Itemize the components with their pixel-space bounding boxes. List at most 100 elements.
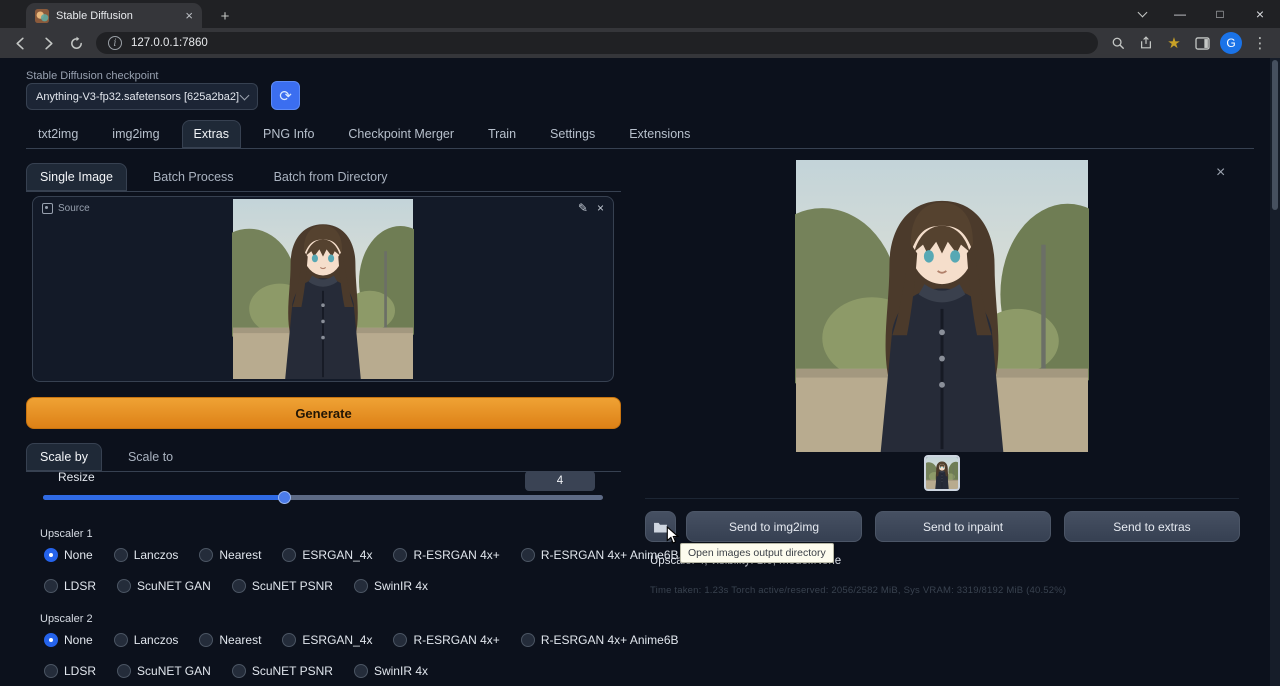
tab-checkpoint-merger[interactable]: Checkpoint Merger	[336, 120, 466, 148]
tab-scale-to[interactable]: Scale to	[114, 443, 187, 471]
refresh-checkpoints-button[interactable]: ⟳	[271, 81, 300, 110]
tab-batch-process[interactable]: Batch Process	[139, 163, 248, 191]
upscaler1-option-none[interactable]: None	[44, 548, 93, 562]
tab-img2img[interactable]: img2img	[100, 120, 171, 148]
minimize-button[interactable]: —	[1160, 0, 1200, 28]
close-result-icon[interactable]: ×	[1216, 165, 1225, 181]
upscaler2-option-resrgan4x[interactable]: R-ESRGAN 4x+	[393, 633, 499, 647]
tab-close-icon[interactable]: ×	[185, 9, 193, 22]
bookmark-star-icon[interactable]: ★	[1161, 30, 1187, 56]
browser-menu-icon[interactable]: ⋮	[1247, 30, 1273, 56]
page-scrollbar[interactable]	[1270, 58, 1280, 686]
send-to-inpaint-button[interactable]: Send to inpaint	[875, 511, 1051, 542]
send-to-img2img-button[interactable]: Send to img2img	[686, 511, 862, 542]
radio-icon	[44, 579, 58, 593]
upscaler2-option-esrgan4x[interactable]: ESRGAN_4x	[282, 633, 372, 647]
radio-icon	[354, 664, 368, 678]
upscaler2-option-none[interactable]: None	[44, 633, 93, 647]
tab-settings[interactable]: Settings	[538, 120, 607, 148]
forward-icon[interactable]	[35, 30, 61, 56]
tab-png-info[interactable]: PNG Info	[251, 120, 326, 148]
radio-icon	[282, 548, 296, 562]
tab-train[interactable]: Train	[476, 120, 528, 148]
webui-page: Stable Diffusion checkpoint Anything-V3-…	[0, 58, 1280, 686]
new-tab-button[interactable]: +	[214, 5, 236, 27]
radio-icon	[117, 664, 131, 678]
upscaler1-option-scunet-psnr[interactable]: ScuNET PSNR	[232, 579, 333, 593]
source-image[interactable]	[232, 199, 414, 379]
url-text: 127.0.0.1:7860	[131, 37, 208, 49]
reload-icon[interactable]	[63, 30, 89, 56]
scrollbar-thumb[interactable]	[1272, 60, 1278, 210]
upscaler1-option-nearest[interactable]: Nearest	[199, 548, 261, 562]
clear-image-icon[interactable]: ×	[597, 201, 604, 215]
tab-single-image[interactable]: Single Image	[26, 163, 127, 191]
slider-thumb[interactable]	[278, 491, 291, 504]
thumbnail-image	[926, 457, 958, 489]
upscaler2-option-swinir4x[interactable]: SwinIR 4x	[354, 664, 428, 678]
resize-slider[interactable]	[43, 490, 603, 504]
chevron-down-icon	[240, 90, 250, 100]
gallery-divider	[645, 498, 1239, 499]
gallery-thumbnail[interactable]	[924, 455, 960, 491]
upscaler2-option-nearest[interactable]: Nearest	[199, 633, 261, 647]
profile-avatar[interactable]: G	[1220, 32, 1242, 54]
zoom-icon[interactable]	[1105, 30, 1131, 56]
upscaler2-options-row1: None Lanczos Nearest ESRGAN_4x R-ESRGAN …	[44, 630, 679, 650]
radio-icon	[521, 548, 535, 562]
back-icon[interactable]	[7, 30, 33, 56]
upscaler1-option-resrgan4x[interactable]: R-ESRGAN 4x+	[393, 548, 499, 562]
upscaler2-options-row2: LDSR ScuNET GAN ScuNET PSNR SwinIR 4x	[44, 661, 428, 681]
upscaler1-option-swinir4x[interactable]: SwinIR 4x	[354, 579, 428, 593]
generate-button[interactable]: Generate	[26, 397, 621, 429]
radio-icon	[232, 664, 246, 678]
slider-fill	[43, 495, 284, 500]
browser-tab[interactable]: Stable Diffusion ×	[26, 3, 202, 28]
edit-image-icon[interactable]: ✎	[578, 201, 588, 215]
radio-icon	[199, 548, 213, 562]
upscaler2-option-scunet-gan[interactable]: ScuNET GAN	[117, 664, 211, 678]
tab-scale-by[interactable]: Scale by	[26, 443, 102, 471]
upscaler1-option-esrgan4x[interactable]: ESRGAN_4x	[282, 548, 372, 562]
extras-sub-tabs: Single Image Batch Process Batch from Di…	[26, 160, 621, 192]
checkpoint-dropdown[interactable]: Anything-V3-fp32.safetensors [625a2ba2]	[26, 83, 258, 110]
tab-batch-from-directory[interactable]: Batch from Directory	[260, 163, 402, 191]
tab-txt2img[interactable]: txt2img	[26, 120, 90, 148]
upscaler1-label: Upscaler 1	[40, 528, 93, 540]
upscaler1-option-lanczos[interactable]: Lanczos	[114, 548, 179, 562]
upscaler2-option-scunet-psnr[interactable]: ScuNET PSNR	[232, 664, 333, 678]
tab-extras[interactable]: Extras	[182, 120, 241, 148]
maximize-button[interactable]: □	[1200, 0, 1240, 28]
image-icon	[42, 203, 53, 214]
upscaler2-option-resrgan-anime6b[interactable]: R-ESRGAN 4x+ Anime6B	[521, 633, 679, 647]
tab-extensions[interactable]: Extensions	[617, 120, 702, 148]
upscaler1-option-scunet-gan[interactable]: ScuNET GAN	[117, 579, 211, 593]
source-image-dropzone[interactable]: Source ✎ ×	[32, 196, 614, 382]
radio-icon	[44, 664, 58, 678]
favicon	[35, 9, 49, 23]
address-bar[interactable]: i 127.0.0.1:7860	[96, 32, 1098, 54]
tab-search-icon[interactable]	[1128, 0, 1156, 28]
resize-label: Resize	[58, 470, 95, 484]
send-to-extras-button[interactable]: Send to extras	[1064, 511, 1240, 542]
share-icon[interactable]	[1133, 30, 1159, 56]
site-info-icon[interactable]: i	[108, 36, 122, 50]
upscaler2-option-lanczos[interactable]: Lanczos	[114, 633, 179, 647]
window-controls: — □ ×	[1160, 0, 1280, 28]
scale-tabs: Scale by Scale to	[26, 443, 621, 472]
radio-icon	[282, 633, 296, 647]
window-close-button[interactable]: ×	[1240, 0, 1280, 28]
resize-number-input[interactable]: 4	[525, 471, 595, 491]
upscaler1-options-row2: LDSR ScuNET GAN ScuNET PSNR SwinIR 4x	[44, 576, 428, 596]
browser-toolbar: i 127.0.0.1:7860 ★ G ⋮	[0, 28, 1280, 58]
mouse-cursor	[665, 526, 683, 545]
result-stats-text: Time taken: 1.23s Torch active/reserved:…	[650, 585, 1066, 596]
main-tabs: txt2img img2img Extras PNG Info Checkpoi…	[26, 119, 1254, 149]
result-image[interactable]	[795, 160, 1089, 452]
source-tools: ✎ ×	[578, 201, 604, 215]
radio-selected-icon	[44, 633, 58, 647]
radio-icon	[117, 579, 131, 593]
upscaler1-option-ldsr[interactable]: LDSR	[44, 579, 96, 593]
side-panel-icon[interactable]	[1189, 30, 1215, 56]
upscaler2-option-ldsr[interactable]: LDSR	[44, 664, 96, 678]
